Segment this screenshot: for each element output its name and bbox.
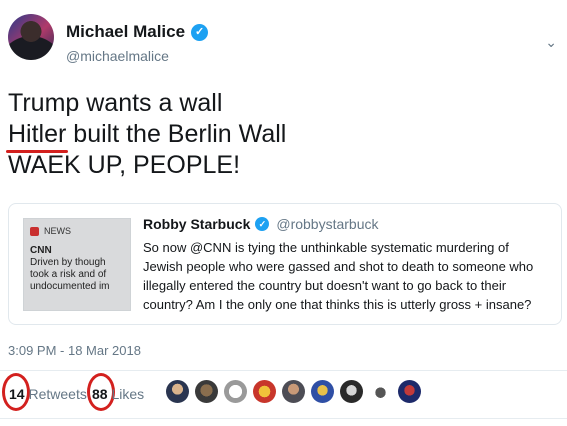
quoted-tweet-text: So now @CNN is tying the unthinkable sys… [143,238,561,314]
divider [0,418,567,419]
quoted-tweet-card[interactable]: NEWS CNN Driven by though took a risk an… [8,203,562,325]
news-header-label: NEWS [44,226,71,236]
underlined-word: Hitler [5,120,69,153]
news-line: Driven by though [30,257,106,268]
tweet-timestamp[interactable]: 3:09 PM - 18 Mar 2018 [8,343,141,358]
likes-stat[interactable]: 88 Likes [92,386,144,402]
tweet-line-2-rest: built the Berlin Wall [66,120,287,148]
liker-avatar[interactable] [311,380,334,403]
news-source: CNN [30,245,52,256]
likes-label: Likes [111,386,145,402]
quoted-author-handle[interactable]: @robbystarbuck [276,216,378,232]
liker-avatar[interactable] [282,380,305,403]
tweet-line-3: WAEK UP, PEOPLE! [8,151,241,179]
liker-avatar[interactable] [224,380,247,403]
quoted-text-line: illegally entered the country but doesn'… [143,278,507,293]
liker-avatar[interactable] [398,380,421,403]
news-line: undocumented im [30,281,110,292]
tweet-line-2: Hitler built the Berlin Wall [5,119,287,153]
news-app-icon [30,226,39,236]
retweets-count: 14 [9,386,25,402]
author-name[interactable]: Michael Malice [66,22,185,42]
tweet-line-1: Trump wants a wall [8,89,223,117]
liker-avatar[interactable] [340,380,363,403]
author-avatar[interactable] [8,14,54,60]
tweet-text: Trump wants a wall Hitler built the Berl… [5,88,287,181]
verified-badge-icon: ✓ [191,23,209,41]
liker-avatar[interactable] [195,380,218,403]
news-header: NEWS [30,226,71,236]
news-line: took a risk and of [30,269,107,280]
author-handle[interactable]: @michaelmalice [66,48,169,64]
liker-avatar[interactable] [253,380,276,403]
liker-avatars [166,380,421,403]
liker-avatar[interactable] [369,380,392,403]
chevron-down-icon[interactable]: ⌄ [545,34,557,51]
retweets-label: Retweets [28,386,87,402]
quoted-author-row: Robby Starbuck ✓ @robbystarbuck [143,216,379,232]
engagement-stats: 14 Retweets 88 Likes [0,371,567,417]
quoted-text-line: So now @CNN is tying the unthinkable sys… [143,240,509,255]
retweets-stat[interactable]: 14 Retweets [9,386,87,402]
news-snippet: CNN Driven by though took a risk and of … [30,245,130,293]
likes-count: 88 [92,386,108,402]
author-name-row: Michael Malice ✓ [66,22,209,42]
verified-badge-icon: ✓ [255,217,270,231]
quoted-text-line: country? Am I the only one that thinks t… [143,297,532,312]
quoted-text-line: Jewish people who were gassed and shot t… [143,259,534,274]
quoted-author-name[interactable]: Robby Starbuck [143,216,250,232]
quoted-tweet-thumbnail[interactable]: NEWS CNN Driven by though took a risk an… [23,218,131,311]
liker-avatar[interactable] [166,380,189,403]
